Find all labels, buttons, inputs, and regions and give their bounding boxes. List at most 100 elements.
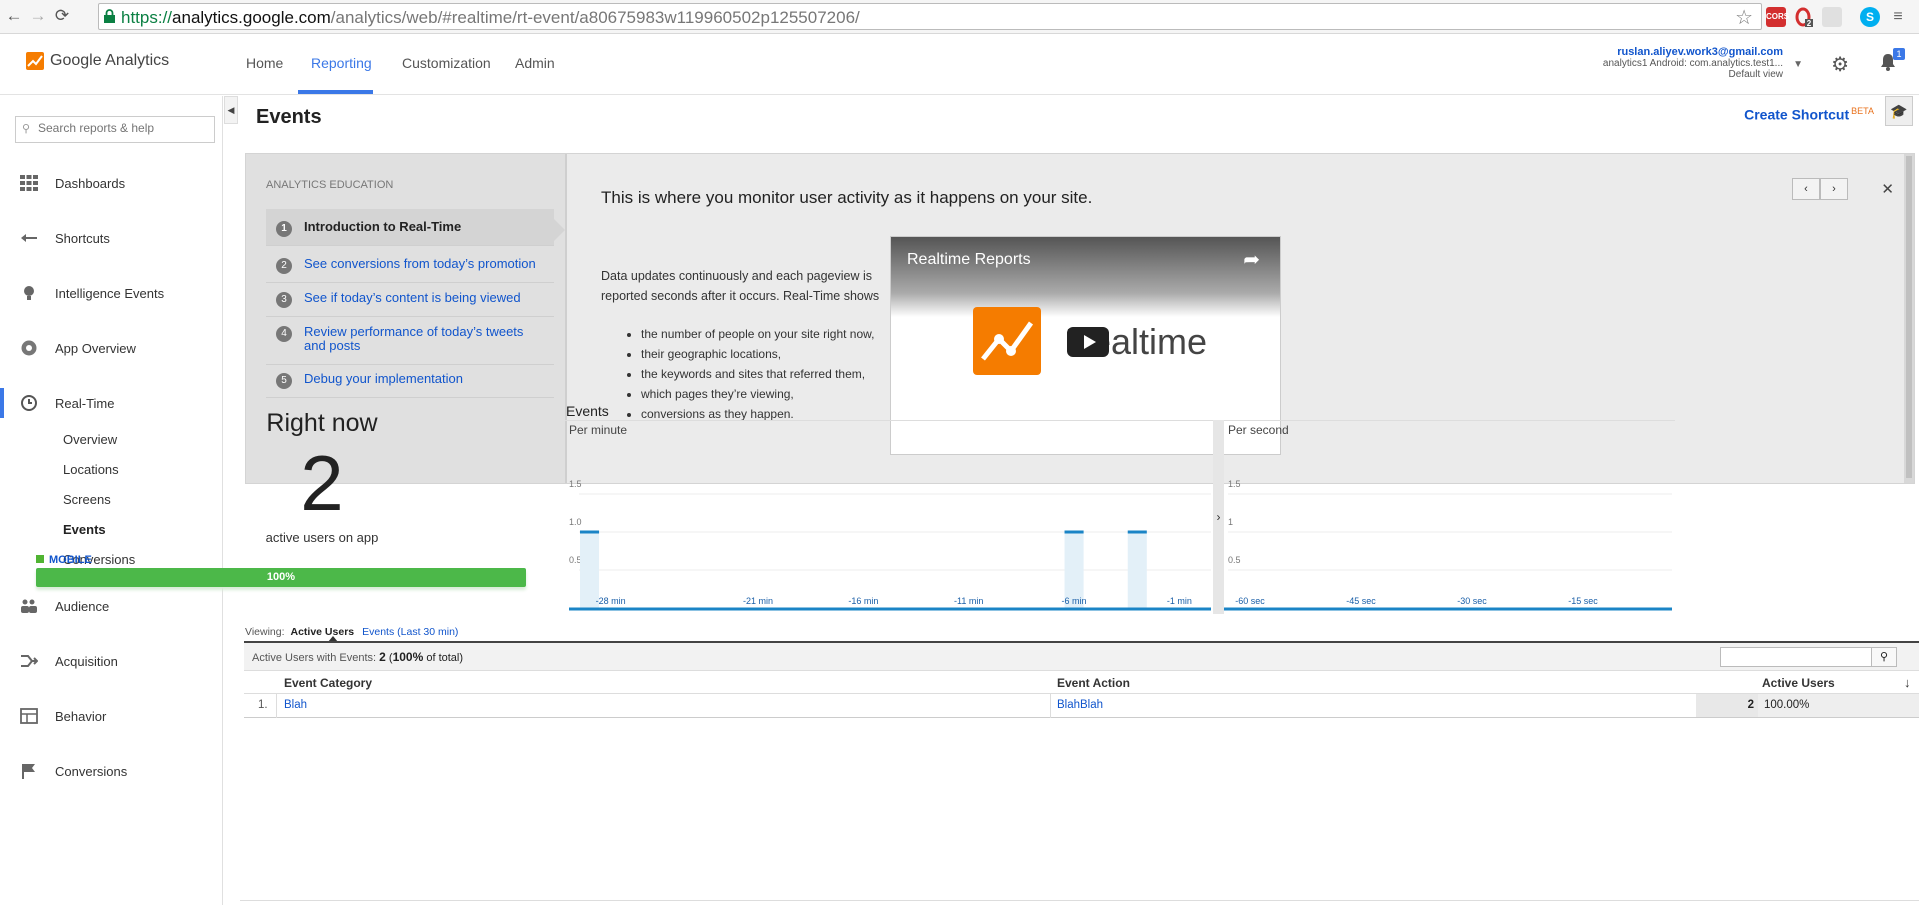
url-scheme: https:// bbox=[121, 8, 173, 27]
skype-icon[interactable]: S bbox=[1860, 7, 1880, 27]
create-shortcut-link[interactable]: Create Shortcut BETA bbox=[1744, 106, 1874, 123]
sidebar-item-audience[interactable]: Audience bbox=[0, 591, 223, 621]
sidebar-item-conversions[interactable]: Conversions bbox=[0, 756, 223, 786]
table-header: Event Category Event Action Active Users… bbox=[244, 672, 1919, 694]
summary-value: 2 bbox=[379, 650, 386, 664]
gray-extension-icon[interactable] bbox=[1822, 7, 1842, 27]
opera-badge-count: 2 bbox=[1807, 19, 1812, 27]
close-icon[interactable]: ✕ bbox=[1881, 180, 1894, 198]
play-button[interactable] bbox=[1067, 327, 1109, 357]
step-number: 3 bbox=[276, 292, 292, 308]
search-icon[interactable]: ⚲ bbox=[1871, 647, 1897, 667]
education-step-3[interactable]: 3 See if today’s content is being viewed bbox=[266, 280, 554, 317]
step-number: 2 bbox=[276, 258, 292, 274]
education-step-4[interactable]: 4 Review performance of today’s tweets an… bbox=[266, 314, 554, 365]
analytics-header: Google Analytics Home Reporting Customiz… bbox=[0, 34, 1919, 95]
video-title[interactable]: Realtime Reports bbox=[907, 251, 1031, 269]
education-step-5[interactable]: 5 Debug your implementation bbox=[266, 361, 554, 398]
viewing-label: Viewing: bbox=[245, 626, 285, 638]
per-minute-chart: Per minute 1.5 1.0 0.5 -28 min -21 min -16 min… bbox=[569, 423, 1211, 611]
sidebar-item-real-time[interactable]: Real-Time bbox=[0, 388, 223, 418]
mobile-legend-swatch bbox=[36, 555, 44, 563]
gear-icon[interactable]: ⚙ bbox=[1831, 52, 1849, 77]
account-dropdown-icon[interactable]: ▼ bbox=[1793, 59, 1803, 70]
step-label: Review performance of today’s tweets and… bbox=[304, 324, 524, 353]
sidebar-item-shortcuts[interactable]: Shortcuts bbox=[0, 223, 223, 253]
cors-extension-icon[interactable]: CORS bbox=[1766, 7, 1789, 27]
table-row: 1. Blah BlahBlah 2 100.00% bbox=[244, 694, 1919, 718]
previous-icon[interactable]: ‹ bbox=[1792, 178, 1820, 200]
events-chart-title: Events bbox=[566, 403, 609, 419]
column-event-category[interactable]: Event Category bbox=[284, 676, 372, 690]
view-events-last-30-min[interactable]: Events (Last 30 min) bbox=[362, 626, 458, 638]
sidebar-subitem-events[interactable]: Events bbox=[63, 522, 106, 537]
y-tick-label: 1.0 bbox=[569, 517, 582, 527]
video-header bbox=[891, 237, 1280, 317]
sidebar-item-label: Audience bbox=[55, 599, 110, 614]
search-input[interactable] bbox=[38, 121, 208, 135]
sidebar-item-acquisition[interactable]: Acquisition bbox=[0, 646, 223, 676]
sidebar-item-app-overview[interactable]: App Overview bbox=[0, 333, 223, 363]
x-tick-label: -16 min bbox=[848, 596, 878, 606]
view-active-users[interactable]: Active Users bbox=[291, 626, 355, 638]
column-event-action[interactable]: Event Action bbox=[1057, 676, 1130, 690]
summary-percent: 100% bbox=[392, 650, 424, 664]
sidebar-subitem-screens[interactable]: Screens bbox=[63, 492, 111, 507]
reload-icon[interactable]: ⟳ bbox=[52, 6, 72, 26]
row-event-category[interactable]: Blah bbox=[284, 699, 307, 711]
sidebar-subitem-locations[interactable]: Locations bbox=[63, 462, 119, 477]
row-event-action[interactable]: BlahBlah bbox=[1057, 699, 1103, 711]
sidebar-item-label: Dashboards bbox=[55, 176, 126, 191]
y-tick-label: 1.5 bbox=[1228, 479, 1241, 489]
active-users-count: 2 bbox=[300, 439, 344, 527]
search-box[interactable]: ⚲ bbox=[15, 116, 215, 143]
lock-icon bbox=[104, 9, 115, 23]
sidebar-item-label: App Overview bbox=[55, 341, 136, 356]
account-view: Default view bbox=[1728, 69, 1783, 80]
chart-subtitle: Per minute bbox=[569, 423, 627, 437]
tab-home[interactable]: Home bbox=[246, 55, 283, 71]
step-number: 4 bbox=[276, 326, 292, 342]
sidebar-item-label: Behavior bbox=[55, 709, 107, 724]
y-tick-label: 0.5 bbox=[569, 555, 582, 565]
sidebar-item-behavior[interactable]: Behavior bbox=[0, 701, 223, 731]
education-bullet: the keywords and sites that referred the… bbox=[641, 364, 874, 384]
collapse-sidebar-button[interactable]: ◀ bbox=[224, 96, 238, 124]
step-label: Introduction to Real-Time bbox=[304, 219, 462, 234]
sidebar-subitem-overview[interactable]: Overview bbox=[63, 432, 117, 447]
education-step-1[interactable]: 1 Introduction to Real-Time bbox=[266, 209, 565, 246]
chart-expand-arrow[interactable]: › bbox=[1213, 420, 1224, 614]
address-bar[interactable]: https://analytics.google.com/analytics/w… bbox=[98, 3, 1762, 30]
forward-icon[interactable]: → bbox=[28, 6, 48, 26]
opera-extension-icon[interactable]: 2 bbox=[1794, 7, 1814, 28]
browser-toolbar: ← → ⟳ https://analytics.google.com/analy… bbox=[0, 0, 1919, 34]
clock-icon bbox=[21, 395, 37, 411]
education-scrollbar[interactable] bbox=[1904, 154, 1914, 483]
summary-suffix: of total) bbox=[426, 652, 464, 664]
tab-customization[interactable]: Customization bbox=[402, 55, 491, 71]
y-tick-label: 1 bbox=[1228, 517, 1233, 527]
back-icon[interactable]: ← bbox=[4, 6, 24, 26]
chrome-menu-icon[interactable]: ≡ bbox=[1888, 7, 1908, 27]
next-icon[interactable]: › bbox=[1820, 178, 1848, 200]
bookmark-star-icon[interactable]: ☆ bbox=[1735, 5, 1753, 30]
analytics-logo-icon bbox=[26, 52, 44, 70]
account-selector[interactable]: ruslan.aliyev.work3@gmail.com analytics1… bbox=[1603, 47, 1783, 81]
education-step-2[interactable]: 2 See conversions from today’s promotion bbox=[266, 246, 554, 283]
tab-admin[interactable]: Admin bbox=[515, 55, 555, 71]
education-bullet-list: the number of people on your site right … bbox=[641, 324, 874, 424]
table-search-input[interactable] bbox=[1720, 647, 1872, 667]
google-analytics-logo[interactable]: Google Analytics bbox=[26, 52, 169, 70]
graduation-cap-icon[interactable]: 🎓 bbox=[1885, 96, 1913, 126]
tab-reporting[interactable]: Reporting bbox=[311, 55, 372, 71]
beta-badge: BETA bbox=[1851, 106, 1874, 116]
chart-subtitle: Per second bbox=[1228, 423, 1289, 437]
row-index: 1. bbox=[258, 699, 268, 711]
sidebar-item-intelligence-events[interactable]: Intelligence Events bbox=[0, 278, 223, 308]
share-icon[interactable]: ➦ bbox=[1243, 247, 1260, 272]
sidebar-item-dashboards[interactable]: Dashboards bbox=[0, 168, 223, 198]
sidebar-item-label: Shortcuts bbox=[55, 231, 110, 246]
education-bullet: their geographic locations, bbox=[641, 344, 874, 364]
column-active-users[interactable]: Active Users bbox=[1762, 676, 1835, 690]
sort-descending-icon[interactable]: ↓ bbox=[1904, 675, 1911, 690]
